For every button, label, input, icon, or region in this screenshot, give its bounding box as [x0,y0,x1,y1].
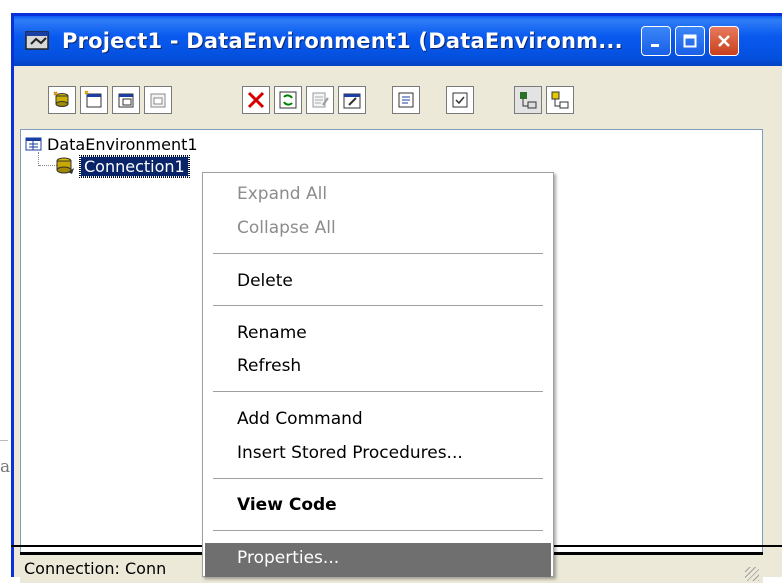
view-code-icon [398,92,414,108]
data-environment-icon [25,31,49,50]
menu-item-add-command[interactable]: Add Command [237,409,363,429]
menu-separator [213,478,543,480]
menu-item-view-code[interactable]: View Code [237,495,337,515]
arrange-by-objects-icon [520,92,537,109]
status-text: Connection: Conn [24,559,167,578]
maximize-button[interactable] [675,26,705,56]
tree-root-label: DataEnvironment1 [47,134,198,154]
insert-stored-procedures-icon [150,93,166,108]
arrange-by-objects-button[interactable] [514,86,542,114]
arrange-by-connections-button[interactable] [546,86,574,114]
menu-item-insert-stored-procedures[interactable]: Insert Stored Procedures... [237,443,463,463]
properties-icon [343,93,361,109]
add-connection-icon [53,91,69,107]
add-child-command-icon [118,93,134,108]
arrange-by-connections-icon [551,91,569,109]
design-button[interactable] [306,86,334,114]
menu-item-delete[interactable]: Delete [237,271,293,291]
options-button[interactable] [446,86,474,114]
connection-icon [56,157,74,174]
tree-root-item[interactable]: DataEnvironment1 [25,134,198,154]
menu-separator [213,530,543,532]
refresh-button[interactable] [274,86,302,114]
menu-separator [213,253,543,255]
menu-item-properties[interactable]: Properties... [205,543,551,577]
window-title: Project1 - DataEnvironment1 (DataEnviron… [62,29,623,53]
resize-grip[interactable] [745,567,759,581]
design-icon [312,92,329,108]
minimize-icon [651,44,659,47]
tree-item-connection[interactable]: Connection1 [55,154,190,178]
minimize-button[interactable] [641,26,671,56]
context-menu: Expand All Collapse All Delete Rename Re… [202,172,554,577]
title-bar[interactable]: Project1 - DataEnvironment1 (DataEnviron… [14,16,782,66]
menu-item-collapse-all[interactable]: Collapse All [237,218,336,238]
delete-icon [247,91,265,109]
options-icon [452,92,468,108]
menu-item-refresh[interactable]: Refresh [237,356,301,376]
add-command-button[interactable] [80,86,108,114]
insert-stored-procedures-button[interactable] [144,86,172,114]
refresh-icon [279,91,297,109]
add-child-command-button[interactable] [112,86,140,114]
add-command-icon [84,90,102,108]
menu-item-rename[interactable]: Rename [237,323,307,343]
background-rule [0,440,8,441]
tree-connector-vertical [38,152,39,166]
menu-item-expand-all[interactable]: Expand All [237,184,327,204]
properties-button[interactable] [338,86,366,114]
data-environment-node-icon [25,137,42,151]
menu-separator [213,305,543,307]
toolbar [14,66,782,132]
menu-item-properties-label: Properties... [237,548,340,568]
add-connection-button[interactable] [48,86,76,114]
view-code-button[interactable] [392,86,420,114]
maximize-icon [683,34,697,48]
close-button[interactable] [709,26,739,56]
menu-separator [213,391,543,393]
delete-button[interactable] [242,86,270,114]
background-text: a [0,457,11,477]
close-icon [718,35,730,47]
tree-item-connection-label: Connection1 [79,154,190,178]
